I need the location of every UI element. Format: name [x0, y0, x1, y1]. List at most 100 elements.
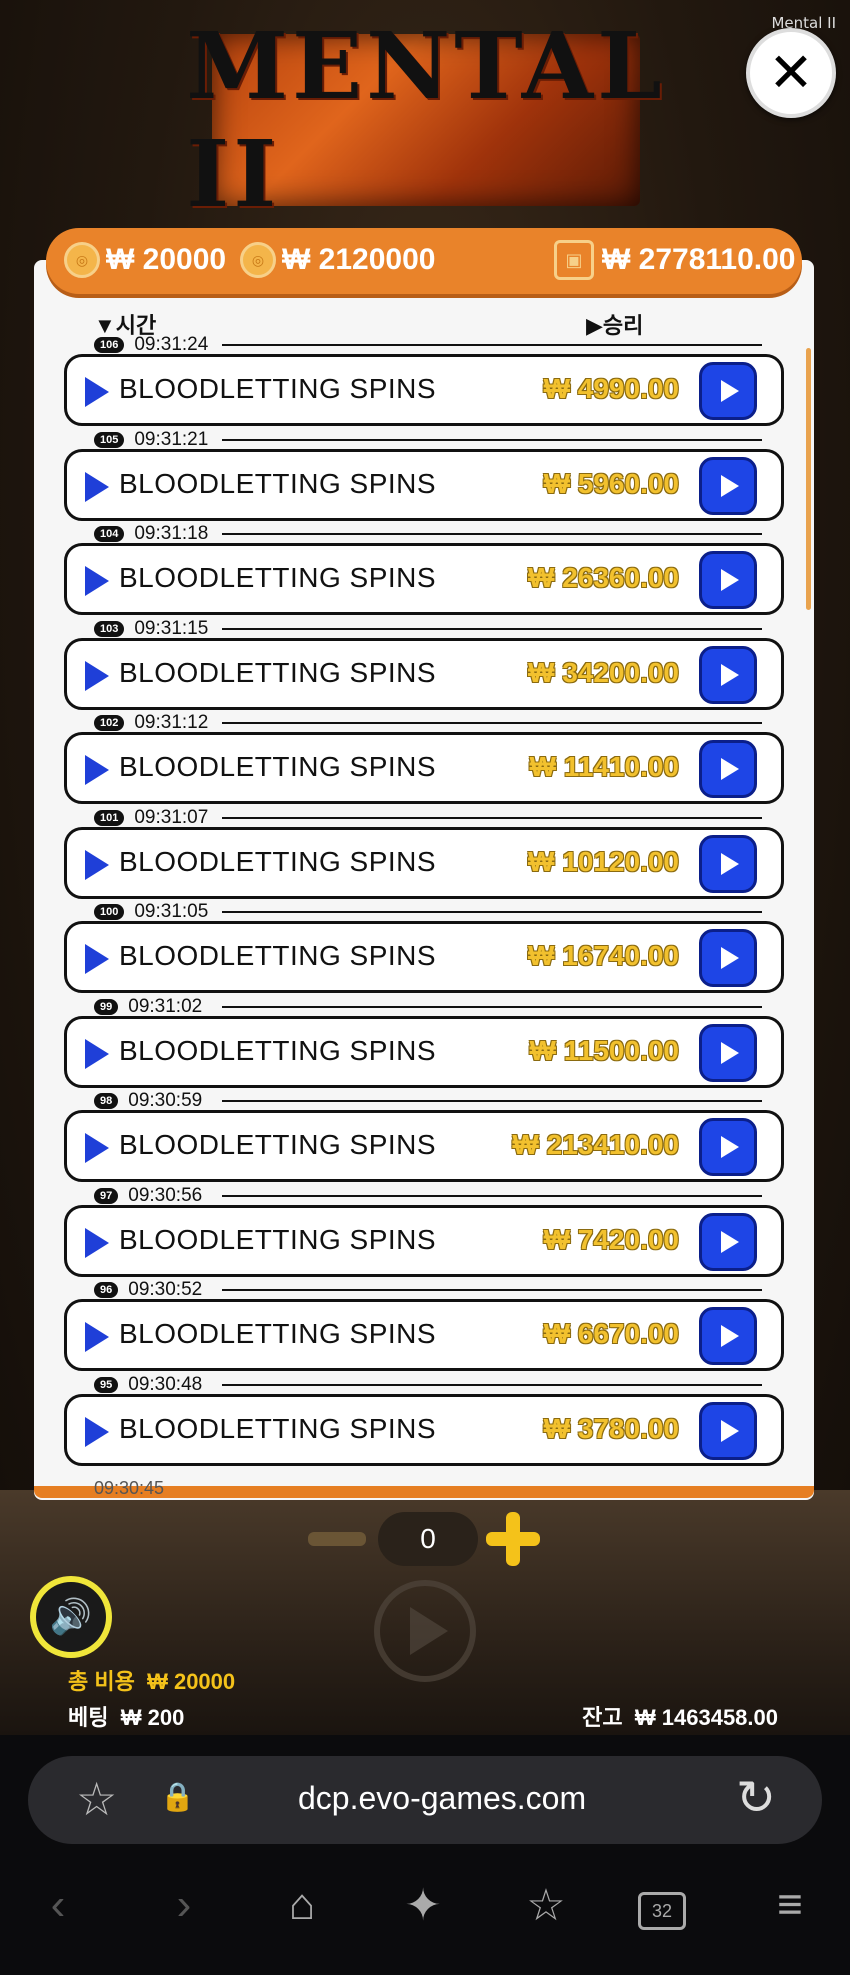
menu-icon[interactable]: ≡ [760, 1880, 820, 1930]
sort-win-header[interactable]: ▶승리 [586, 308, 643, 340]
history-row[interactable]: BLOODLETTING SPINS ₩ 6670.00 [64, 1299, 784, 1371]
balance-value: ₩ 1463458.00 [634, 1705, 778, 1730]
row-amount: ₩ 4990.00 [543, 373, 679, 404]
scrollbar[interactable] [806, 348, 811, 610]
row-amount: ₩ 6670.00 [543, 1318, 679, 1349]
sparkle-icon[interactable]: ✦ [393, 1880, 453, 1931]
row-meta: 102 09:31:12 [94, 712, 208, 734]
replay-arrow-icon [85, 944, 109, 974]
row-play-button[interactable] [699, 740, 757, 798]
url-text[interactable]: dcp.evo-games.com [298, 1780, 586, 1817]
row-divider [222, 817, 762, 819]
close-button[interactable]: ✕ [746, 28, 836, 118]
play-icon [721, 380, 739, 402]
bet-value: ₩ 200 [120, 1705, 185, 1730]
row-play-button[interactable] [699, 1307, 757, 1365]
row-amount: ₩ 10120.00 [528, 846, 679, 877]
row-play-button[interactable] [699, 457, 757, 515]
row-meta: 105 09:31:21 [94, 429, 208, 451]
spin-button[interactable] [374, 1580, 476, 1682]
reload-icon[interactable]: ↻ [736, 1770, 776, 1826]
history-row[interactable]: BLOODLETTING SPINS ₩ 3780.00 [64, 1394, 784, 1466]
lock-icon[interactable]: 🔒 [160, 1780, 195, 1813]
tabs-icon[interactable]: 32 [638, 1892, 686, 1930]
history-row[interactable]: BLOODLETTING SPINS ₩ 16740.00 [64, 921, 784, 993]
partial-row-time: 09:30:45 [94, 1478, 165, 1498]
history-row[interactable]: BLOODLETTING SPINS ₩ 5960.00 [64, 449, 784, 521]
balance-label: 잔고 [582, 1705, 623, 1730]
play-icon [721, 758, 739, 780]
row-play-button[interactable] [699, 646, 757, 704]
row-play-button[interactable] [699, 1213, 757, 1271]
row-divider [222, 722, 762, 724]
row-meta: 101 09:31:07 [94, 807, 208, 829]
history-row[interactable]: BLOODLETTING SPINS ₩ 4990.00 [64, 354, 784, 426]
play-icon [721, 664, 739, 686]
forward-icon[interactable]: › [154, 1880, 214, 1930]
balance-bar: ◎ ₩ 20000 ◎ ₩ 2120000 ▣ ₩ 2778110.00 [46, 228, 802, 294]
row-amount: ₩ 11500.00 [529, 1035, 679, 1066]
row-meta: 100 09:31:05 [94, 901, 208, 923]
history-row[interactable]: BLOODLETTING SPINS ₩ 11500.00 [64, 1016, 784, 1088]
replay-arrow-icon [85, 377, 109, 407]
row-id-badge: 97 [94, 1188, 119, 1204]
row-time: 09:31:18 [134, 523, 209, 544]
row-amount: ₩ 16740.00 [528, 940, 679, 971]
game-logo: MENTAL II [186, 12, 662, 228]
row-time: 09:31:02 [128, 996, 203, 1017]
history-row[interactable]: BLOODLETTING SPINS ₩ 10120.00 [64, 827, 784, 899]
decrease-button[interactable] [308, 1532, 366, 1546]
address-bar[interactable]: ☆ 🔒 dcp.evo-games.com ↻ [28, 1756, 822, 1844]
total-cost-label: 총 비용 [68, 1669, 135, 1694]
row-play-button[interactable] [699, 1024, 757, 1082]
history-row[interactable]: BLOODLETTING SPINS ₩ 7420.00 [64, 1205, 784, 1277]
row-divider [222, 1195, 762, 1197]
bet-amount: ◎ ₩ 20000 [64, 242, 226, 278]
row-play-button[interactable] [699, 835, 757, 893]
row-name: BLOODLETTING SPINS [119, 1318, 437, 1349]
history-row[interactable]: BLOODLETTING SPINS ₩ 213410.00 [64, 1110, 784, 1182]
row-divider [222, 1100, 762, 1102]
row-id-badge: 96 [94, 1282, 119, 1298]
row-amount: ₩ 11410.00 [529, 751, 679, 782]
history-row[interactable]: BLOODLETTING SPINS ₩ 34200.00 [64, 638, 784, 710]
total-cost: 총 비용 ₩ 20000 [68, 1664, 235, 1696]
row-play-button[interactable] [699, 1402, 757, 1460]
replay-arrow-icon [85, 1039, 109, 1069]
increase-button[interactable] [486, 1512, 540, 1566]
row-name: BLOODLETTING SPINS [119, 1035, 437, 1066]
replay-arrow-icon [85, 661, 109, 691]
row-amount: ₩ 5960.00 [543, 468, 679, 499]
row-time: 09:31:24 [134, 334, 209, 355]
replay-arrow-icon [85, 850, 109, 880]
row-name: BLOODLETTING SPINS [119, 373, 437, 404]
history-row[interactable]: BLOODLETTING SPINS ₩ 26360.00 [64, 543, 784, 615]
play-icon [410, 1607, 448, 1655]
star-icon[interactable]: ☆ [76, 1772, 117, 1826]
row-name: BLOODLETTING SPINS [119, 1224, 437, 1255]
browser-navbar: ‹ › ⌂ ✦ ☆ 32 ≡ [0, 1880, 850, 1940]
bet-amount-value: ₩ 20000 [106, 243, 227, 276]
row-play-button[interactable] [699, 929, 757, 987]
play-icon [721, 1325, 739, 1347]
favorites-icon[interactable]: ☆ [516, 1880, 576, 1931]
row-time: 09:31:12 [134, 712, 209, 733]
replay-arrow-icon [85, 472, 109, 502]
row-meta: 103 09:31:15 [94, 618, 208, 640]
row-id-badge: 102 [94, 715, 125, 731]
sound-button[interactable]: 🔊 [30, 1576, 112, 1658]
row-id-badge: 104 [94, 526, 125, 542]
wallet: ▣ ₩ 2778110.00 [554, 240, 796, 280]
play-icon [721, 853, 739, 875]
replay-arrow-icon [85, 1228, 109, 1258]
row-play-button[interactable] [699, 362, 757, 420]
row-play-button[interactable] [699, 551, 757, 609]
row-divider [222, 1289, 762, 1291]
back-icon[interactable]: ‹ [28, 1880, 88, 1930]
home-icon[interactable]: ⌂ [272, 1880, 332, 1930]
row-divider [222, 439, 762, 441]
row-play-button[interactable] [699, 1118, 757, 1176]
close-icon: ✕ [768, 43, 814, 103]
history-row[interactable]: BLOODLETTING SPINS ₩ 11410.00 [64, 732, 784, 804]
row-name: BLOODLETTING SPINS [119, 846, 437, 877]
